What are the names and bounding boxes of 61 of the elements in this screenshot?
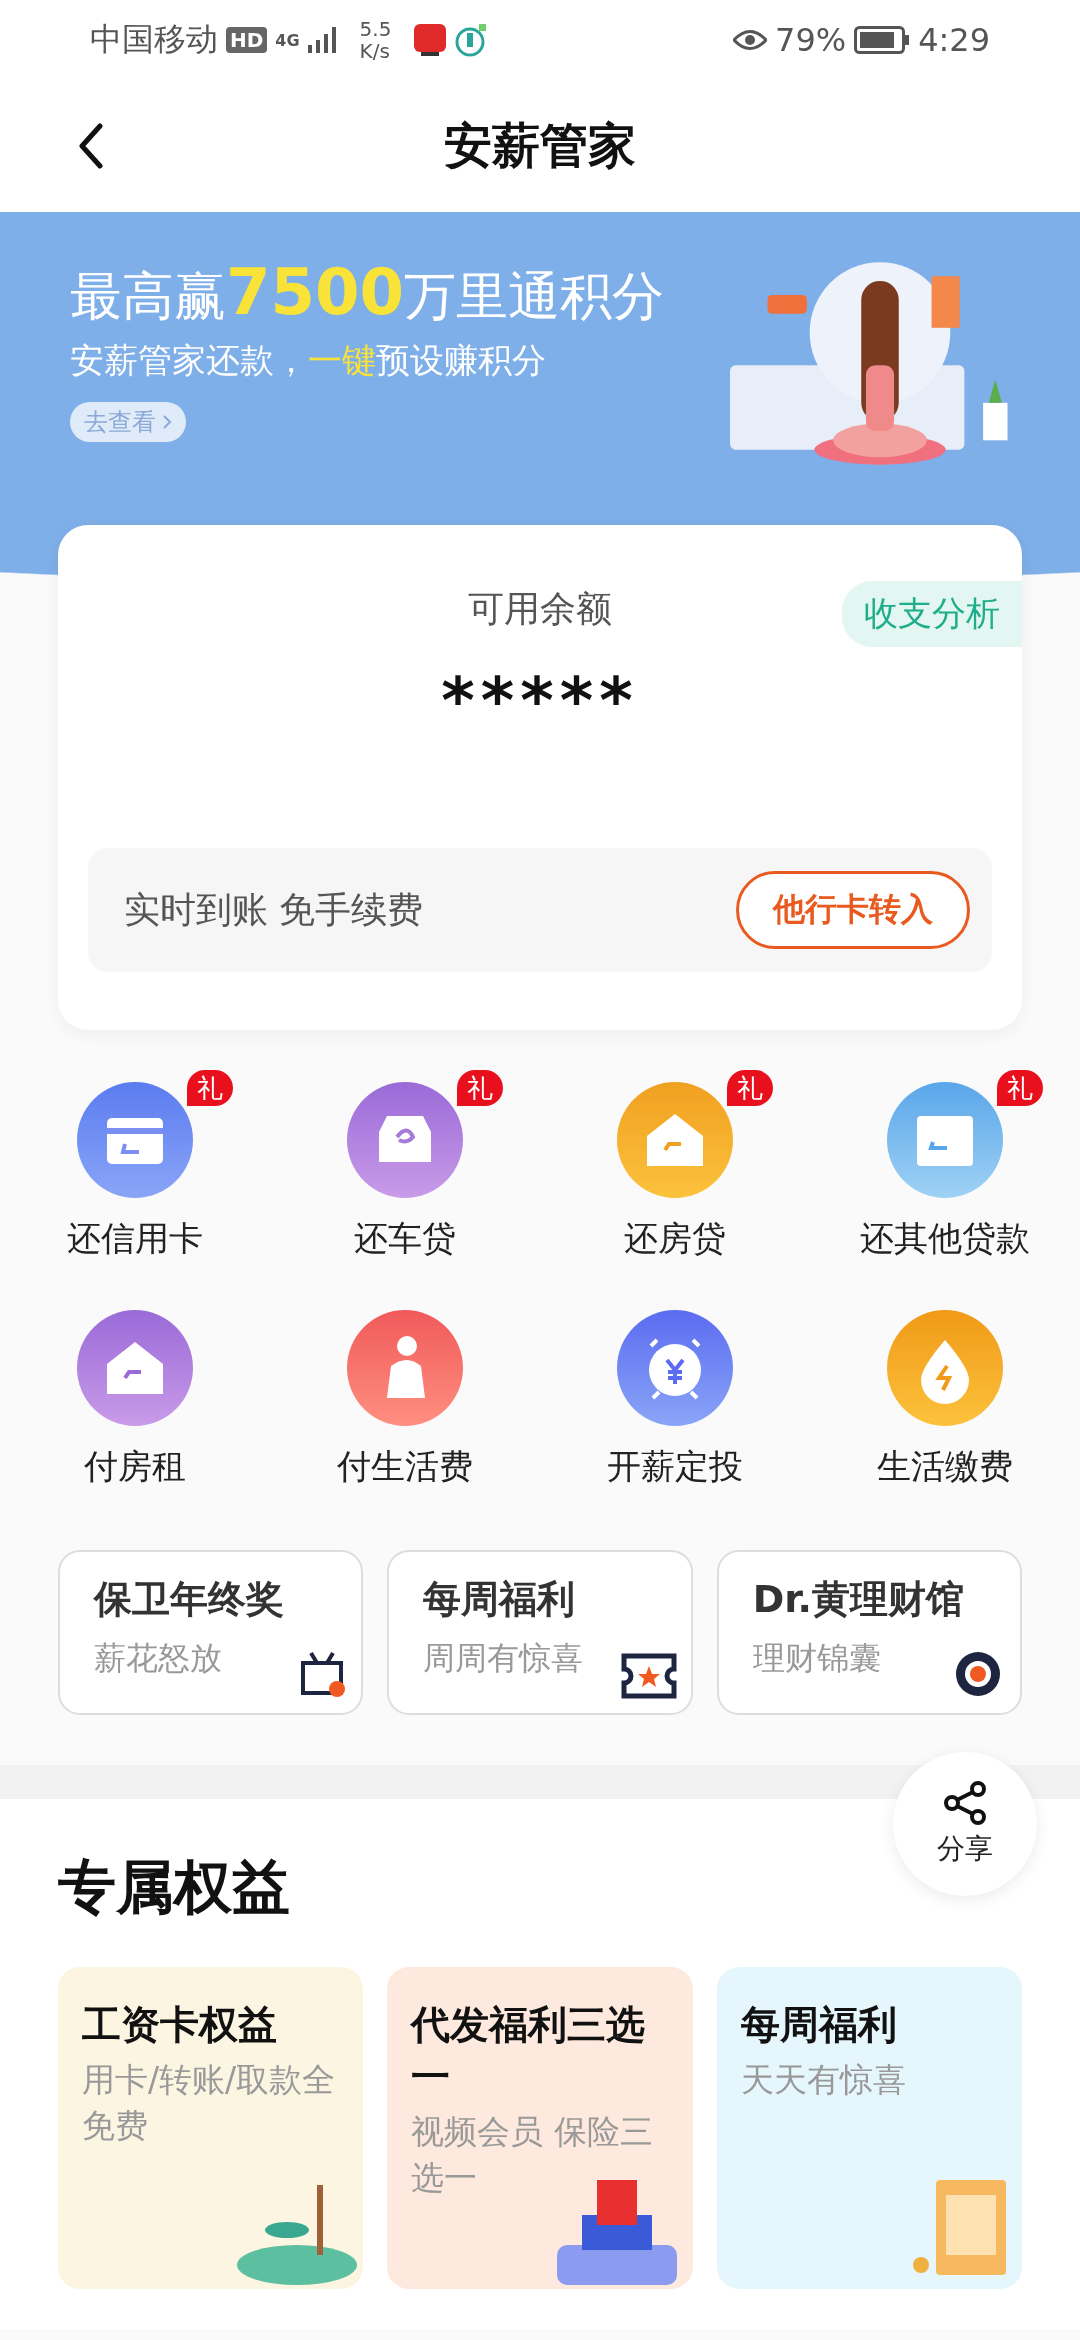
benefit-card[interactable]: 工资卡权益 用卡/转账/取款全免费 xyxy=(58,1967,364,2289)
benefit-title: 每周福利 xyxy=(740,2001,898,2049)
service-label[interactable]: 还车贷 xyxy=(354,1216,456,1262)
plug-icon xyxy=(455,23,488,57)
benefit-subtitle: 用卡/转账/取款全免费 xyxy=(82,2059,337,2147)
promo-card[interactable]: 每周福利 周周有惊喜 xyxy=(387,1550,693,1715)
gift-badge: 礼 xyxy=(727,1070,773,1106)
network-type: 4G xyxy=(275,30,300,50)
house-icon[interactable] xyxy=(617,1082,733,1198)
balance-amount: ***** xyxy=(441,664,639,738)
transfer-button[interactable]: 他行卡转入 xyxy=(736,871,970,949)
drop-icon[interactable] xyxy=(887,1310,1003,1426)
transfer-note: 实时到账 免手续费 xyxy=(124,887,424,932)
benefit-title: 代发福利三选一 xyxy=(411,2001,647,2101)
hd-badge: HD xyxy=(226,27,268,53)
promo-card[interactable]: 保卫年终奖 薪花怒放 xyxy=(58,1550,364,1715)
gift-badge: 礼 xyxy=(997,1070,1043,1106)
page-title: 安薪管家 xyxy=(444,116,636,175)
promo-subtitle: 理财锦囊 xyxy=(752,1638,881,1679)
gift-badge: 礼 xyxy=(187,1070,233,1106)
promo-subtitle: 周周有惊喜 xyxy=(423,1638,584,1679)
ticket-icon xyxy=(620,1653,677,1699)
signal-icon xyxy=(307,27,338,53)
benefit-title: 工资卡权益 xyxy=(82,2001,278,2049)
battery-percent: 79% xyxy=(775,21,847,59)
service-label[interactable]: 还房贷 xyxy=(624,1216,726,1262)
benefit-card[interactable]: 每周福利 天天有惊喜 xyxy=(716,1967,1022,2289)
share-label: 分享 xyxy=(937,1831,993,1867)
service-label[interactable]: 付生活费 xyxy=(337,1444,473,1490)
promo-card[interactable]: Dr.黄理财馆 理财锦囊 xyxy=(716,1550,1022,1715)
promo-title: 保卫年终奖 xyxy=(94,1576,285,1623)
gift-badge: 礼 xyxy=(457,1070,503,1106)
carrier-name: 中国移动 xyxy=(90,19,218,60)
card-icon[interactable] xyxy=(77,1082,193,1198)
folder-icon[interactable] xyxy=(887,1082,1003,1198)
service-label[interactable]: 付房租 xyxy=(84,1444,186,1490)
service-label[interactable]: 还信用卡 xyxy=(67,1216,203,1262)
chevron-icon xyxy=(162,414,172,430)
speed-unit: K/s xyxy=(359,40,391,62)
banner-headline: 最高赢7500万里通积分 xyxy=(70,254,665,331)
network-speed: 5.5 xyxy=(359,18,392,40)
clock-time: 4:29 xyxy=(918,21,990,59)
promo-title: 每周福利 xyxy=(423,1576,577,1623)
balance-label: 可用余额 xyxy=(468,587,612,631)
house-icon[interactable] xyxy=(77,1310,193,1426)
service-label[interactable]: 开薪定投 xyxy=(607,1444,743,1490)
benefit-subtitle: 视频会员 保险三选一 xyxy=(411,2111,654,2199)
service-label[interactable]: 还其他贷款 xyxy=(860,1216,1030,1262)
benefit-subtitle: 天天有惊喜 xyxy=(740,2059,907,2101)
alarm-clock-icon[interactable] xyxy=(617,1310,733,1426)
promo-subtitle: 薪花怒放 xyxy=(94,1638,222,1679)
back-icon[interactable] xyxy=(78,123,104,169)
person-icon[interactable] xyxy=(347,1310,463,1426)
promo-title: Dr.黄理财馆 xyxy=(752,1576,965,1623)
service-label[interactable]: 生活缴费 xyxy=(877,1444,1013,1490)
battery-icon xyxy=(854,26,911,54)
payment-app-icon xyxy=(413,23,448,57)
benefit-card[interactable]: 代发福利三选一 视频会员 保险三选一 xyxy=(387,1967,693,2289)
banner-subtitle: 安薪管家还款，一键预设赚积分 xyxy=(70,339,546,382)
share-icon xyxy=(942,1780,988,1826)
eye-icon xyxy=(733,29,767,51)
